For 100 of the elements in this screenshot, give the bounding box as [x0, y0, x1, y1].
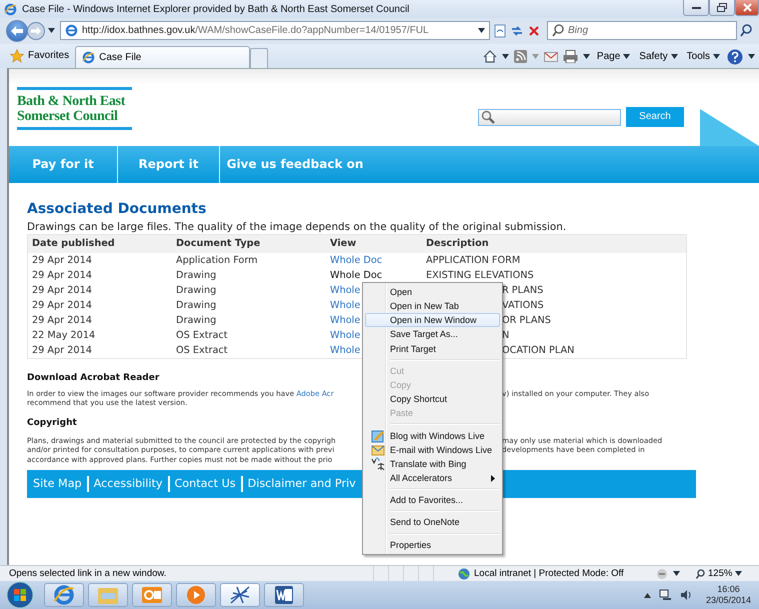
table-cell: 29 Apr 2014 — [28, 252, 172, 268]
security-zone: Local intranet | Protected Mode: Off — [474, 568, 625, 579]
page-icon — [65, 24, 78, 38]
table-cell: 22 May 2014 — [28, 328, 172, 343]
help-icon[interactable] — [727, 48, 743, 65]
search-icon[interactable] — [740, 24, 752, 38]
menu-item[interactable]: Translate with Bing — [365, 456, 500, 471]
table-cell: OR PLANS — [502, 314, 551, 326]
table-cell: 29 Apr 2014 — [28, 268, 172, 283]
dropdown-caret-icon — [713, 54, 720, 60]
menu-item[interactable]: Print Target — [365, 341, 500, 356]
clock[interactable]: 16:06 23/05/2014 — [700, 584, 751, 606]
browser-logo-icon — [53, 584, 75, 606]
column-header: Description — [422, 234, 686, 253]
command-menu[interactable]: Tools — [684, 51, 722, 62]
restore-button[interactable] — [709, 0, 735, 16]
media-player-taskbar-button[interactable] — [176, 583, 216, 607]
menu-item[interactable]: Save Target As... — [365, 327, 500, 342]
dropdown-caret-icon — [670, 54, 678, 60]
network-icon[interactable] — [658, 589, 672, 601]
table-cell: 29 Apr 2014 — [28, 312, 172, 328]
arrow-left-icon — [10, 24, 24, 37]
app-taskbar-button[interactable] — [220, 583, 260, 607]
table-cell: R PLANS — [502, 284, 544, 296]
table-cell-text: Drawing — [175, 298, 218, 313]
dropdown-caret-icon[interactable] — [502, 54, 509, 60]
table-cell: VATIONS — [502, 300, 544, 311]
table-cell: APPLICATION FORM — [426, 254, 520, 266]
dropdown-caret-icon[interactable] — [48, 28, 55, 34]
start-button[interactable] — [6, 581, 34, 609]
caret-up-icon[interactable] — [644, 592, 651, 598]
minimize-icon — [692, 6, 700, 10]
mail-icon[interactable] — [544, 52, 558, 62]
menu-item[interactable]: Send to OneNote — [365, 515, 500, 530]
menu-item[interactable]: Copy Shortcut — [365, 392, 500, 406]
arrow-right-icon — [30, 26, 42, 36]
whole-doc-link[interactable]: Whole Doc — [330, 254, 382, 266]
translate-icon — [370, 456, 384, 471]
window-title: Case File - Windows Internet Explorer provided by Bath & North East Somerset Council — [22, 4, 410, 14]
stop-icon[interactable] — [527, 24, 541, 38]
section-heading: Associated Documents — [27, 200, 208, 217]
dropdown-caret-icon — [623, 54, 630, 60]
search-field[interactable]: Bing — [547, 21, 737, 40]
home-icon[interactable] — [482, 50, 497, 64]
menu-item[interactable]: Open in New Tab — [365, 298, 500, 314]
menu-item[interactable]: E-mail with Windows Live — [365, 442, 500, 457]
address-field[interactable]: http://idox.bathnes.gov.uk/WAM/showCaseFile.do?appNumber=14/01957/FUL — [60, 21, 490, 40]
council-logo[interactable]: Bath & North East Somerset Council — [17, 86, 132, 130]
feed-icon[interactable] — [514, 50, 527, 64]
folder-icon — [97, 585, 119, 605]
table-cell: 29 Apr 2014 — [28, 298, 172, 313]
command-menu[interactable]: Safety — [637, 51, 680, 62]
column-header: View — [326, 234, 422, 253]
whole-doc-link[interactable]: Whole — [330, 284, 360, 296]
column-header: Document Type — [172, 234, 326, 253]
word-taskbar-button[interactable] — [264, 583, 304, 607]
favorites-button[interactable]: Favorites — [8, 44, 76, 67]
status-message: Opens selected link in a new window. — [9, 568, 168, 579]
command-menu[interactable]: Page — [594, 51, 632, 62]
copyright-heading: Copyright — [27, 418, 77, 428]
compatibility-view-icon[interactable] — [493, 24, 507, 38]
whole-doc-link[interactable]: Whole — [330, 300, 360, 311]
close-button[interactable] — [735, 0, 759, 16]
back-button[interactable] — [6, 20, 28, 42]
corner-triangle-drawing — [700, 108, 759, 146]
whole-doc-link[interactable]: Whole — [330, 344, 360, 356]
table-cell: 29 Apr 2014 — [28, 342, 172, 358]
table-cell-text: Drawing — [175, 314, 218, 328]
column-header: Date published — [28, 234, 172, 253]
menu-item[interactable]: All Accelerators — [365, 470, 500, 486]
site-search-field[interactable] — [478, 108, 621, 126]
print-icon[interactable] — [562, 50, 578, 64]
restore-icon — [717, 3, 727, 12]
refresh-icon[interactable] — [510, 24, 524, 38]
dropdown-caret-icon[interactable] — [582, 54, 590, 60]
menu-item[interactable]: Properties — [365, 538, 500, 552]
speaker-icon[interactable] — [680, 589, 692, 601]
browser-logo-icon — [82, 50, 96, 64]
minimize-button[interactable] — [683, 0, 709, 16]
menu-item[interactable]: Open in New Window — [365, 313, 500, 328]
pencil-page-icon — [370, 428, 384, 443]
whole-doc-link[interactable]: Whole — [330, 330, 360, 341]
browser-taskbar-button[interactable] — [44, 583, 84, 607]
menu-item[interactable]: Add to Favorites... — [365, 493, 500, 508]
dropdown-caret-icon — [735, 571, 742, 576]
magnifier-icon — [696, 568, 705, 578]
dropdown-caret-icon[interactable] — [673, 571, 680, 576]
dropdown-caret-icon[interactable] — [748, 54, 755, 60]
whole-doc-link[interactable]: Whole — [330, 314, 360, 326]
table-cell-text: Drawing — [175, 268, 218, 283]
whole-doc-link[interactable]: Whole Doc — [330, 270, 382, 281]
menu-item[interactable]: Open — [365, 284, 500, 299]
browser-tab[interactable]: Case File — [75, 46, 250, 68]
network-graph-icon — [229, 585, 251, 605]
close-icon — [742, 3, 752, 12]
menu-item[interactable]: Blog with Windows Live — [365, 428, 500, 443]
table-cell: Application Form — [172, 252, 326, 268]
search-icon — [481, 110, 495, 124]
zoom-button[interactable]: 125% — [694, 568, 744, 579]
intro-text: Drawings can be large files. The quality of the image depends on the quality of the original submission. — [27, 220, 568, 233]
